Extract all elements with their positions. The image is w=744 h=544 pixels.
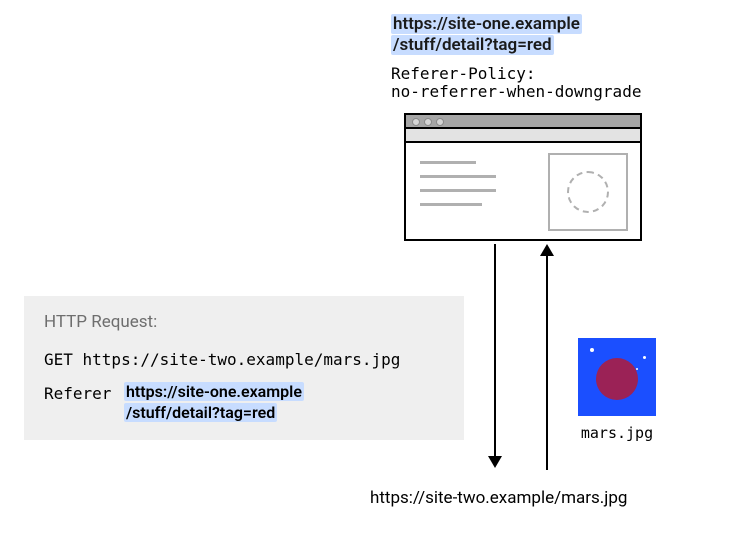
referer-path: /stuff/detail?tag=red bbox=[124, 403, 277, 422]
referer-origin: https://site-one.example bbox=[124, 382, 304, 401]
http-referer-label: Referer bbox=[44, 384, 111, 403]
star-dot-icon bbox=[590, 348, 594, 352]
window-button-icon bbox=[412, 118, 420, 126]
diagram-root: https://site-one.example /stuff/detail?t… bbox=[0, 0, 744, 544]
placeholder-text-line bbox=[420, 189, 496, 192]
http-get-line: GET https://site-two.example/mars.jpg bbox=[44, 350, 400, 369]
http-referer-value: https://site-one.example /stuff/detail?t… bbox=[124, 382, 304, 424]
image-placeholder bbox=[548, 153, 628, 231]
response-arrow-up-icon bbox=[546, 256, 548, 470]
referer-policy-text: Referer-Policy: no-referrer-when-downgra… bbox=[391, 65, 641, 102]
placeholder-text-line bbox=[420, 175, 496, 178]
star-dot-icon bbox=[636, 368, 638, 370]
page-url-path: /stuff/detail?tag=red bbox=[391, 35, 554, 55]
page-url: https://site-one.example /stuff/detail?t… bbox=[391, 14, 582, 57]
mars-image bbox=[578, 338, 656, 416]
http-request-panel: HTTP Request: GET https://site-two.examp… bbox=[24, 296, 464, 440]
planet-circle-icon bbox=[596, 358, 638, 400]
browser-addressbar bbox=[404, 129, 642, 143]
mars-filename: mars.jpg bbox=[572, 424, 662, 442]
request-arrow-down-icon bbox=[494, 244, 496, 466]
placeholder-text-line bbox=[420, 203, 482, 206]
page-url-origin: https://site-one.example bbox=[391, 14, 582, 34]
http-request-title: HTTP Request: bbox=[44, 312, 157, 332]
browser-window bbox=[404, 113, 642, 241]
window-button-icon bbox=[424, 118, 432, 126]
image-resource-url: https://site-two.example/mars.jpg bbox=[370, 488, 627, 508]
browser-titlebar bbox=[404, 113, 642, 129]
browser-body bbox=[404, 143, 642, 241]
image-placeholder-circle-icon bbox=[567, 171, 609, 213]
star-dot-icon bbox=[643, 356, 646, 359]
placeholder-text-line bbox=[420, 161, 476, 164]
window-button-icon bbox=[436, 118, 444, 126]
